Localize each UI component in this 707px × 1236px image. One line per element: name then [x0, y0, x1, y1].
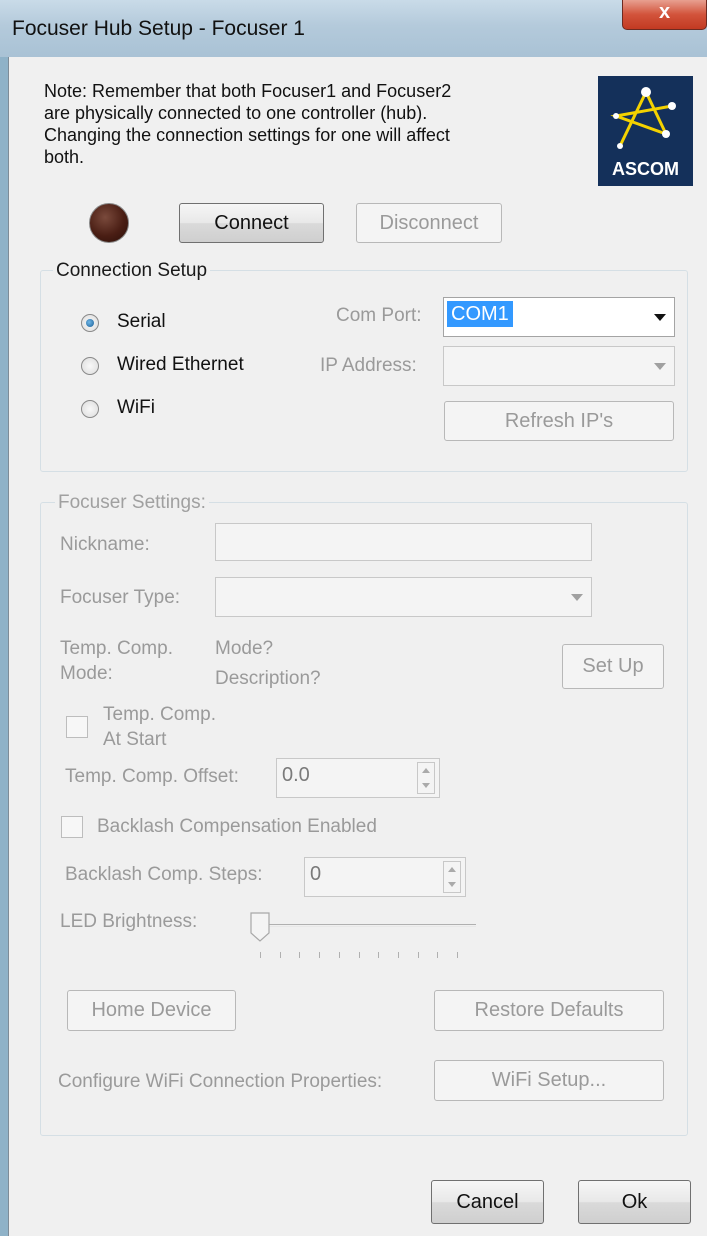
slider-tick [299, 952, 300, 958]
ip-address-label: IP Address: [320, 355, 417, 376]
chevron-down-icon [654, 363, 666, 370]
slider-tick [457, 952, 458, 958]
slider-tick [378, 952, 379, 958]
backlash-steps-label: Backlash Comp. Steps: [65, 864, 263, 885]
temp-comp-at-start-label-line2: At Start [103, 729, 167, 750]
temp-comp-description-value: Description? [215, 668, 321, 689]
slider-tick [398, 952, 399, 958]
slider-tick [280, 952, 281, 958]
close-button[interactable]: x [622, 0, 707, 30]
configure-wifi-label: Configure WiFi Connection Properties: [58, 1071, 383, 1092]
focuser-type-label: Focuser Type: [60, 587, 181, 608]
spin-down-icon[interactable] [448, 882, 456, 887]
com-port-label: Com Port: [336, 305, 422, 326]
disconnect-button[interactable]: Disconnect [356, 203, 502, 243]
connection-setup-title: Connection Setup [53, 260, 211, 282]
wired-ethernet-label[interactable]: Wired Ethernet [117, 354, 244, 376]
nickname-input[interactable] [215, 523, 592, 561]
slider-tick [437, 952, 438, 958]
slider-tick [339, 952, 340, 958]
backlash-enabled-label[interactable]: Backlash Compensation Enabled [97, 816, 377, 838]
ok-button[interactable]: Ok [578, 1180, 691, 1224]
chevron-down-icon [571, 594, 583, 601]
slider-tick [418, 952, 419, 958]
spin-buttons[interactable] [417, 762, 435, 794]
set-up-button[interactable]: Set Up [562, 644, 664, 689]
temp-comp-mode-value: Mode? [215, 638, 274, 659]
temp-comp-offset-value: 0.0 [282, 764, 310, 786]
temp-comp-offset-stepper[interactable]: 0.0 [276, 758, 440, 798]
ascom-star-icon [610, 87, 676, 149]
title-bar[interactable]: Focuser Hub Setup - Focuser 1 x [0, 0, 707, 57]
temp-comp-mode-label-line2: Mode: [60, 663, 113, 684]
com-port-value: COM1 [447, 301, 513, 327]
connect-button[interactable]: Connect [179, 203, 324, 243]
home-device-button[interactable]: Home Device [67, 990, 236, 1031]
temp-comp-mode-label-line1: Temp. Comp. [60, 638, 173, 659]
nickname-label: Nickname: [60, 534, 150, 555]
slider-tick [260, 952, 261, 958]
serial-radio[interactable] [81, 314, 99, 332]
ascom-logo-text: ASCOM [612, 159, 679, 179]
ascom-logo: ASCOM [598, 76, 693, 186]
cancel-button[interactable]: Cancel [431, 1180, 544, 1224]
connection-status-led [89, 203, 129, 243]
spin-up-icon[interactable] [422, 768, 430, 773]
spin-buttons[interactable] [443, 861, 461, 893]
backlash-steps-stepper[interactable]: 0 [304, 857, 466, 897]
temp-comp-at-start-checkbox[interactable] [66, 716, 88, 738]
led-brightness-label: LED Brightness: [60, 911, 198, 932]
refresh-ips-button[interactable]: Refresh IP's [444, 401, 674, 441]
backlash-enabled-checkbox[interactable] [61, 816, 83, 838]
spin-down-icon[interactable] [422, 783, 430, 788]
wifi-setup-button[interactable]: WiFi Setup... [434, 1060, 664, 1101]
focuser-type-dropdown[interactable] [215, 577, 592, 617]
wifi-radio[interactable] [81, 400, 99, 418]
temp-comp-offset-label: Temp. Comp. Offset: [65, 766, 239, 787]
serial-label[interactable]: Serial [117, 311, 166, 333]
ip-address-dropdown[interactable] [443, 346, 675, 386]
com-port-dropdown[interactable]: COM1 [443, 297, 675, 337]
slider-tick [359, 952, 360, 958]
spin-up-icon[interactable] [448, 867, 456, 872]
wifi-label[interactable]: WiFi [117, 397, 155, 419]
note-text: Note: Remember that both Focuser1 and Fo… [44, 81, 452, 167]
temp-comp-at-start-label-line1: Temp. Comp. [103, 704, 216, 725]
chevron-down-icon [654, 314, 666, 321]
window-title: Focuser Hub Setup - Focuser 1 [12, 17, 305, 40]
backlash-steps-value: 0 [310, 863, 322, 885]
restore-defaults-button[interactable]: Restore Defaults [434, 990, 664, 1031]
led-brightness-slider-track[interactable] [260, 924, 476, 927]
wired-ethernet-radio[interactable] [81, 357, 99, 375]
focuser-settings-title: Focuser Settings: [55, 492, 209, 514]
slider-tick [319, 952, 320, 958]
led-brightness-slider-thumb[interactable] [250, 912, 270, 942]
